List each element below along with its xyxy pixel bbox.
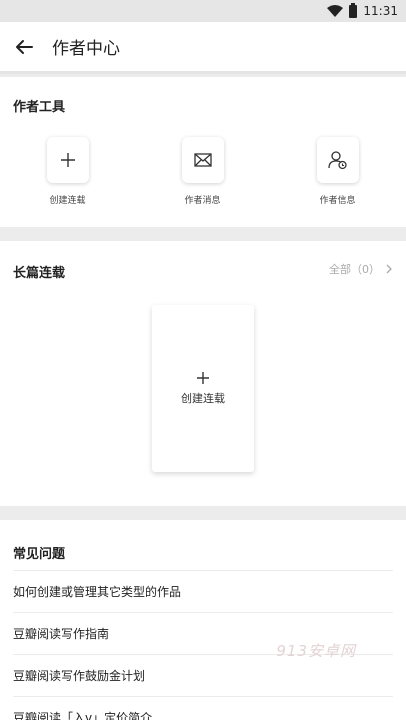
author-tools-row: 创建连载 作者消息 作者信息 <box>0 137 406 206</box>
tool-create-serial[interactable]: 创建连载 <box>0 137 135 206</box>
serial-all-link[interactable]: 全部（0） <box>329 261 392 277</box>
back-button[interactable] <box>2 21 46 73</box>
page-title: 作者中心 <box>52 39 120 59</box>
app-bar: 作者中心 <box>0 22 406 74</box>
faq-item[interactable]: 如何创建或管理其它类型的作品 <box>13 570 393 612</box>
wifi-icon <box>327 5 344 17</box>
chevron-right-icon <box>386 264 392 274</box>
user-info-icon <box>327 151 347 170</box>
plus-icon <box>197 371 209 384</box>
tool-author-messages-box[interactable] <box>181 137 224 183</box>
long-serial-title: 长篇连载 <box>13 266 66 281</box>
arrow-left-icon <box>16 39 33 54</box>
tool-create-serial-box[interactable] <box>46 137 89 183</box>
tool-create-serial-label: 创建连载 <box>49 196 86 206</box>
create-serial-card[interactable]: 创建连载 <box>152 305 254 472</box>
tool-author-messages[interactable]: 作者消息 <box>135 137 270 206</box>
tool-author-messages-label: 作者消息 <box>184 196 221 206</box>
faq-section: 常见问题 如何创建或管理其它类型的作品 豆瓣阅读写作指南 豆瓣阅读写作鼓励金计划… <box>0 520 406 720</box>
create-serial-card-label: 创建连载 <box>181 391 225 405</box>
serial-all-label: 全部（0） <box>329 263 380 276</box>
envelope-icon <box>193 153 212 167</box>
status-time: 11:31 <box>363 4 398 18</box>
tool-author-info-box[interactable] <box>316 137 359 183</box>
author-tools-section: 作者工具 创建连载 作者消息 作者信息 <box>0 77 406 227</box>
plus-icon <box>60 153 75 167</box>
tool-author-info-label: 作者信息 <box>319 196 356 206</box>
watermark: 913安卓网 <box>276 642 356 660</box>
status-bar: 11:31 <box>0 0 406 22</box>
faq-title: 常见问题 <box>13 547 66 562</box>
long-serial-section: 长篇连载 全部（0） 创建连载 <box>0 241 406 506</box>
author-tools-title: 作者工具 <box>13 100 66 115</box>
battery-icon <box>349 2 358 18</box>
faq-item[interactable]: 豆瓣阅读「入v」定价简介 <box>13 696 393 720</box>
tool-author-info[interactable]: 作者信息 <box>270 137 405 206</box>
